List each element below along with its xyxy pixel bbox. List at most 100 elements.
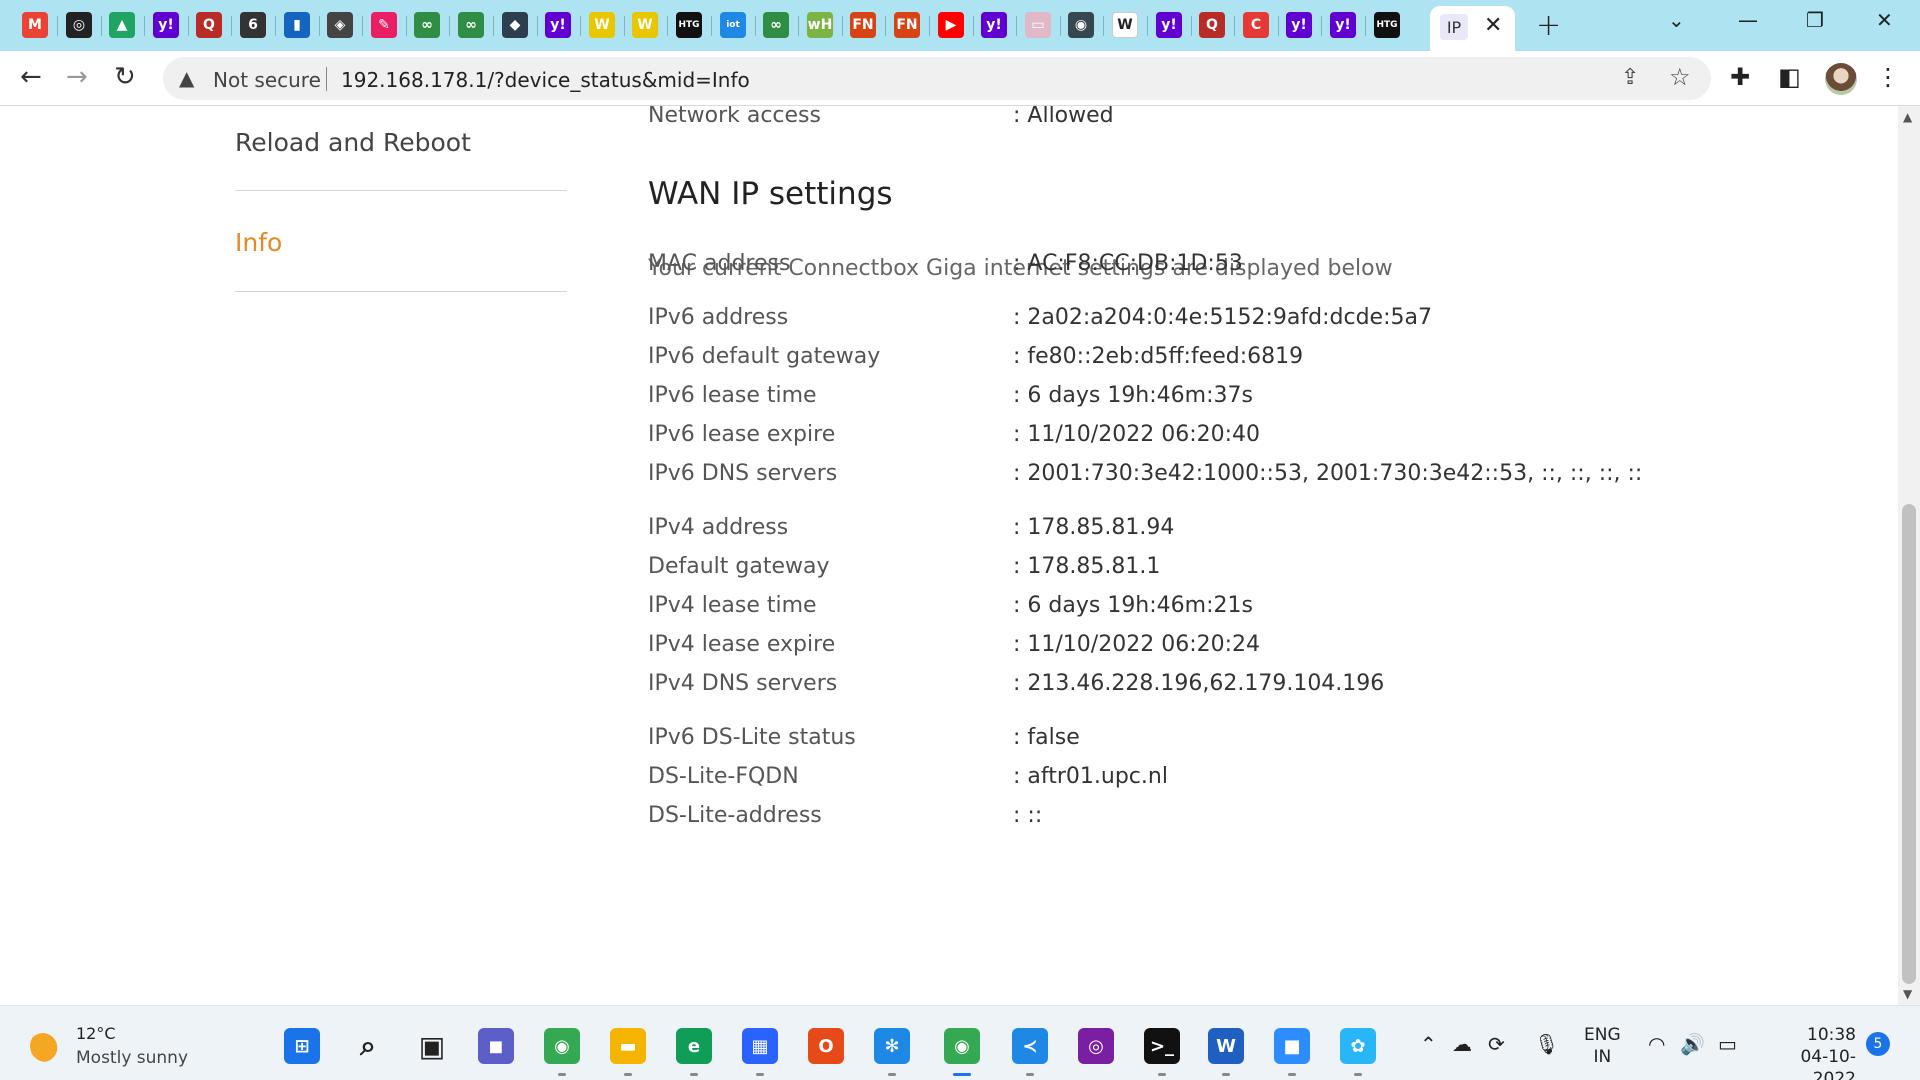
share-icon[interactable]: ⇪ bbox=[1621, 65, 1639, 90]
dark-app-tab-icon[interactable]: ◆ bbox=[502, 12, 528, 38]
start-button[interactable]: ⊞ bbox=[284, 1028, 320, 1064]
wifi-icon[interactable]: ◠ bbox=[1648, 1032, 1665, 1056]
github-tab-icon[interactable]: ◎ bbox=[66, 12, 92, 38]
back-button[interactable]: ← bbox=[20, 62, 42, 92]
sidebar-item-reload-reboot[interactable]: Reload and Reboot bbox=[235, 128, 471, 157]
youtube-tab-icon[interactable]: ▶ bbox=[938, 12, 964, 38]
setting-value: : 11/10/2022 06:20:24 bbox=[1013, 632, 1261, 657]
close-window-button[interactable]: ✕ bbox=[1876, 8, 1893, 32]
slack-app[interactable]: ✻ bbox=[874, 1028, 910, 1064]
new-tab-button[interactable]: + bbox=[1536, 8, 1561, 43]
profile-avatar[interactable] bbox=[1825, 63, 1857, 95]
geeks-tab-icon[interactable]: ∞ bbox=[414, 12, 440, 38]
close-tab-icon[interactable]: ✕ bbox=[1484, 13, 1502, 38]
minimize-window-button[interactable]: — bbox=[1738, 8, 1758, 32]
notification-badge[interactable]: 5 bbox=[1866, 1032, 1890, 1056]
active-tab[interactable]: IP ✕ bbox=[1430, 6, 1515, 51]
bookmark-tab-icon[interactable]: ▮ bbox=[284, 12, 310, 38]
running-indicator bbox=[624, 1073, 632, 1076]
htg-tab-icon[interactable]: HTG bbox=[676, 12, 702, 38]
drive-tab-icon[interactable]: ▲ bbox=[109, 12, 135, 38]
yahoo-tab-icon-3[interactable]: y! bbox=[981, 12, 1007, 38]
yahoo-tab-icon[interactable]: y! bbox=[153, 12, 179, 38]
weather-sun-icon[interactable] bbox=[30, 1030, 62, 1062]
url-text[interactable]: 192.168.178.1/?device_status&mid=Info bbox=[341, 68, 750, 92]
running-indicator bbox=[1026, 1073, 1034, 1076]
store-app[interactable]: ▦ bbox=[742, 1028, 778, 1064]
chrome-app[interactable]: ◉ bbox=[544, 1028, 580, 1064]
wh-tab-icon[interactable]: wH bbox=[807, 12, 833, 38]
scroll-thumb[interactable] bbox=[1902, 504, 1916, 984]
yahoo-tab-icon-2[interactable]: y! bbox=[545, 12, 571, 38]
sidebar-item-info[interactable]: Info bbox=[235, 228, 282, 257]
terminal-app[interactable]: >_ bbox=[1144, 1028, 1180, 1064]
weather-temperature[interactable]: 12°C bbox=[76, 1024, 116, 1043]
w-yellow-tab-icon-2[interactable]: W bbox=[632, 12, 658, 38]
scroll-up-icon[interactable]: ▲ bbox=[1903, 110, 1912, 124]
yahoo-tab-icon-5[interactable]: y! bbox=[1286, 12, 1312, 38]
weather-description[interactable]: Mostly sunny bbox=[76, 1048, 188, 1068]
tab-separator bbox=[101, 16, 102, 36]
address-bar[interactable]: ▲ Not secure 192.168.178.1/?device_statu… bbox=[163, 57, 1711, 100]
sync-icon[interactable]: ⟳ bbox=[1488, 1032, 1505, 1056]
yahoo-tab-icon-6[interactable]: y! bbox=[1330, 12, 1356, 38]
onedrive-icon[interactable]: ☁ bbox=[1452, 1032, 1472, 1056]
yahoo-tab-icon-4[interactable]: y! bbox=[1156, 12, 1182, 38]
red-app-tab-icon[interactable]: ✎ bbox=[371, 12, 397, 38]
chat-app[interactable]: ◼ bbox=[478, 1028, 514, 1064]
side-panel-icon[interactable]: ◧ bbox=[1778, 63, 1801, 91]
vscode-app[interactable]: ≺ bbox=[1012, 1028, 1048, 1064]
search-button[interactable]: ⌕ bbox=[350, 1028, 386, 1064]
forward-button[interactable]: → bbox=[66, 62, 88, 92]
bookmark-star-icon[interactable]: ☆ bbox=[1669, 63, 1691, 91]
chrome-profile-app[interactable]: ◉ bbox=[944, 1028, 980, 1064]
tab-separator bbox=[1278, 16, 1279, 36]
reload-button[interactable]: ↻ bbox=[114, 62, 136, 92]
gmail-tab-icon[interactable]: M bbox=[22, 12, 48, 38]
scroll-down-icon[interactable]: ▼ bbox=[1903, 987, 1912, 1001]
volume-icon[interactable]: 🔊 bbox=[1680, 1032, 1705, 1056]
fn-tab-icon-2[interactable]: FN bbox=[894, 12, 920, 38]
task-view-button[interactable]: ▣ bbox=[414, 1028, 450, 1064]
diamond-tab-icon[interactable]: ◈ bbox=[327, 12, 353, 38]
word-app[interactable]: W bbox=[1208, 1028, 1244, 1064]
security-label[interactable]: Not secure bbox=[213, 68, 321, 92]
setting-value: : fe80::2eb:d5ff:feed:6819 bbox=[1013, 344, 1304, 369]
setting-label: Default gateway bbox=[648, 554, 830, 579]
zoom-app[interactable]: ■ bbox=[1274, 1028, 1310, 1064]
system-clock[interactable]: 10:38 04-10-2022 bbox=[1764, 1024, 1856, 1080]
paint-app[interactable]: ✿ bbox=[1340, 1028, 1376, 1064]
language-indicator[interactable]: ENG IN bbox=[1584, 1024, 1621, 1068]
extensions-icon[interactable]: ✚ bbox=[1730, 63, 1750, 91]
quora-tab-icon-2[interactable]: Q bbox=[1199, 12, 1225, 38]
tab-separator bbox=[973, 16, 974, 36]
tab-search-icon[interactable]: ⌄ bbox=[1668, 8, 1685, 32]
tab-separator bbox=[362, 16, 363, 36]
geeks-tab-icon-3[interactable]: ∞ bbox=[763, 12, 789, 38]
htg-tab-icon-2[interactable]: HTG bbox=[1374, 12, 1400, 38]
image-tab-icon[interactable]: ▭ bbox=[1025, 12, 1051, 38]
fn-tab-icon[interactable]: FN bbox=[850, 12, 876, 38]
site-tab-icon[interactable]: 6 bbox=[240, 12, 266, 38]
restore-window-button[interactable]: ❐ bbox=[1806, 8, 1824, 32]
running-indicator bbox=[888, 1073, 896, 1076]
page-scrollbar[interactable]: ▲ ▼ bbox=[1898, 106, 1920, 1005]
quora-tab-icon[interactable]: Q bbox=[196, 12, 222, 38]
battery-icon[interactable]: ▭ bbox=[1718, 1032, 1737, 1056]
setting-label: IPv4 DNS servers bbox=[648, 671, 838, 696]
w-yellow-tab-icon[interactable]: W bbox=[589, 12, 615, 38]
iot-tab-icon[interactable]: iot bbox=[720, 12, 746, 38]
menu-icon[interactable]: ⋮ bbox=[1876, 63, 1900, 91]
office-app[interactable]: O bbox=[808, 1028, 844, 1064]
wikipedia-tab-icon[interactable]: W bbox=[1112, 12, 1138, 38]
github-desktop-app[interactable]: ◎ bbox=[1078, 1028, 1114, 1064]
gov-tab-icon[interactable]: ◉ bbox=[1068, 12, 1094, 38]
microphone-icon[interactable]: 🎙 bbox=[1534, 1032, 1559, 1056]
tab-separator bbox=[1321, 16, 1322, 36]
setting-label: IPv6 DNS servers bbox=[648, 461, 838, 486]
geeks-tab-icon-2[interactable]: ∞ bbox=[458, 12, 484, 38]
show-hidden-icons[interactable]: ⌃ bbox=[1420, 1032, 1437, 1056]
edge-app[interactable]: e bbox=[676, 1028, 712, 1064]
c-red-tab-icon[interactable]: C bbox=[1243, 12, 1269, 38]
file-explorer-app[interactable]: ▬ bbox=[610, 1028, 646, 1064]
